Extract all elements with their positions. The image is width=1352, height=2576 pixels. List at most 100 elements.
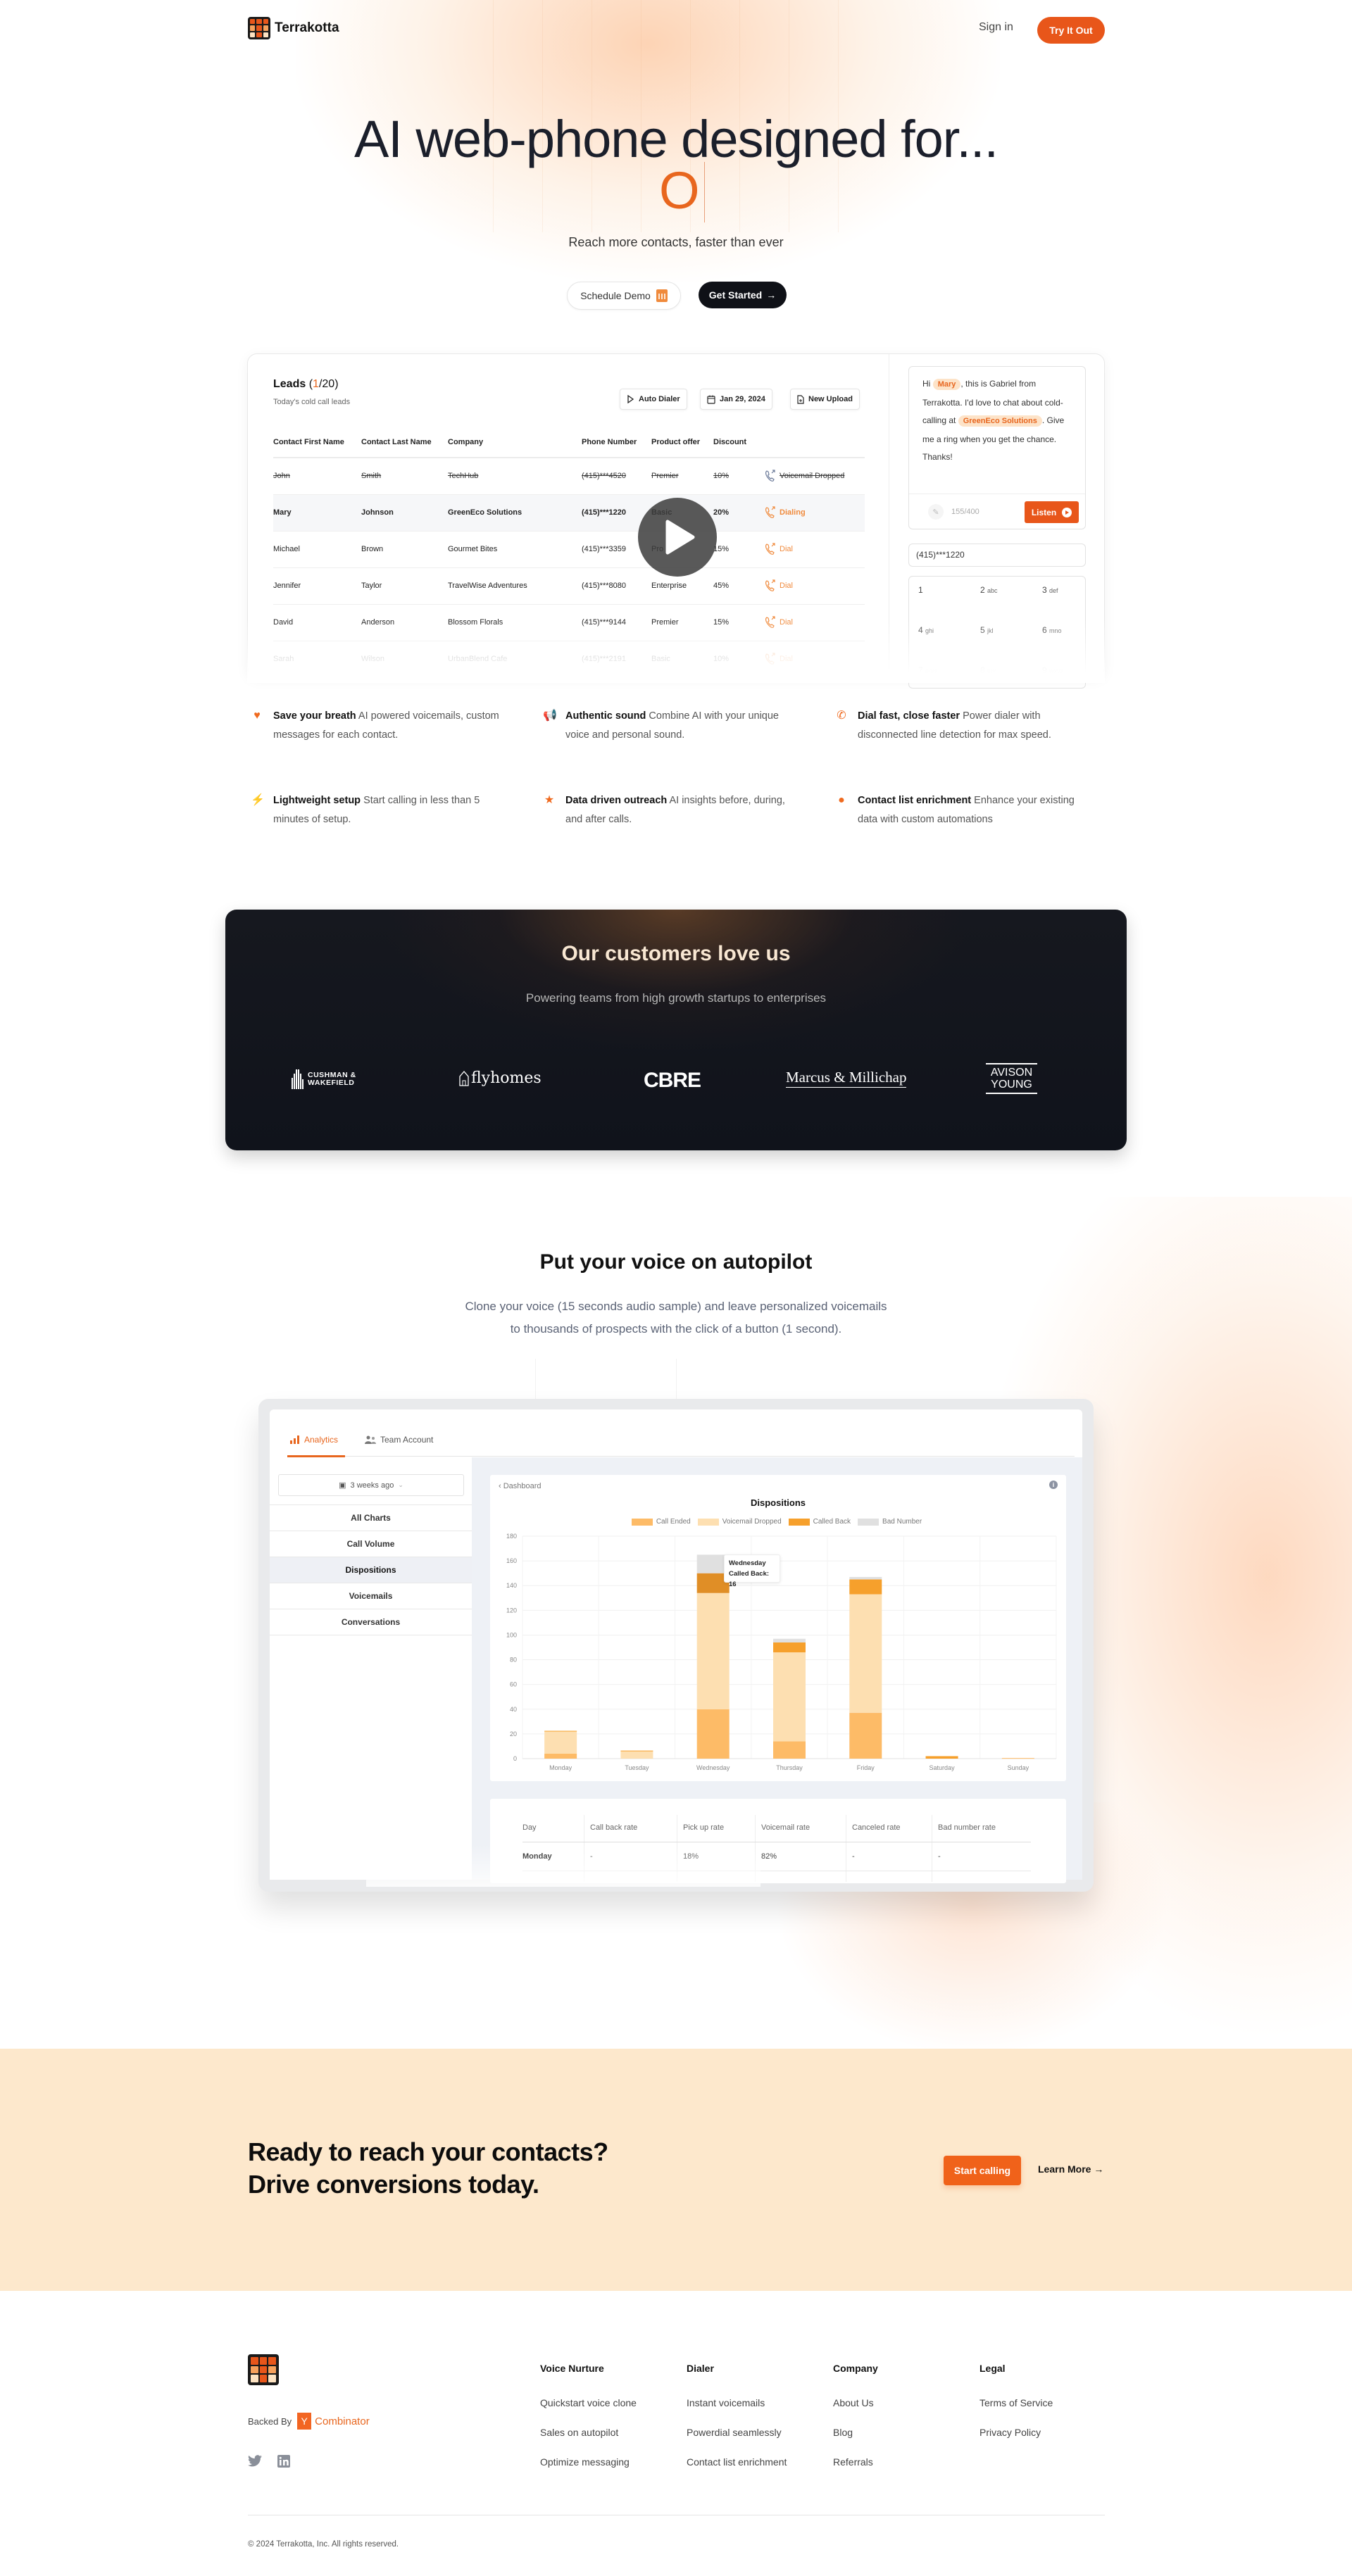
legend-item[interactable]: Voicemail Dropped [697,1518,782,1526]
cell-discount: 20% [713,508,730,517]
table-column-header: Call back rate [590,1823,638,1832]
learn-more-link[interactable]: Learn More → [1038,2163,1103,2175]
leads-count: (1/20) [308,378,339,390]
cell-discount: 45% [713,582,730,590]
cushman-wakefield-logo: CUSHMAN & WAKEFIELD [292,1069,356,1089]
leads-title-text: Leads [273,378,306,390]
dial-status-button[interactable]: Dial [765,579,793,592]
dial-status-button[interactable]: Voicemail Dropped [765,470,844,482]
tab-analytics[interactable]: Analytics [290,1435,338,1445]
ycombinator-logo[interactable]: Y Combinator [297,2413,370,2430]
leads-count-current: 1 [313,378,319,390]
date-range-dropdown[interactable]: ▣ 3 weeks ago ⌄ [278,1474,464,1496]
y-tick-label: 40 [510,1706,517,1713]
x-tick-label: Sunday [1008,1764,1029,1771]
sidebar-item-conversations[interactable]: Conversations [270,1609,472,1635]
edit-pencil-icon[interactable]: ✎ [928,504,944,520]
backed-by: Backed By Y Combinator [248,2413,370,2430]
footer-link[interactable]: Quickstart voice clone [540,2397,637,2408]
legend-item[interactable]: Call Ended [631,1518,691,1526]
try-it-out-button[interactable]: Try It Out [1037,17,1105,44]
sidebar-item-all-charts[interactable]: All Charts [270,1504,472,1531]
bar-call-ended [544,1753,577,1759]
x-tick-label: Thursday [776,1764,803,1771]
footer-link[interactable]: Powerdial seamlessly [687,2427,782,2438]
leads-subtitle: Today's cold call leads [273,398,351,406]
schedule-demo-button[interactable]: Schedule Demo [567,282,681,310]
info-icon[interactable]: i [1049,1481,1058,1489]
dial-status-button[interactable]: Dialing [765,506,806,519]
new-upload-button[interactable]: New Upload [790,389,860,410]
column-header: Company [448,438,484,446]
keypad-key[interactable]: 3 def [1042,585,1058,595]
feature-item: ✆ Dial fast, close faster Power dialer wi… [837,707,1097,745]
footer-link[interactable]: Instant voicemails [687,2397,765,2408]
table-column-header: Bad number rate [938,1823,996,1832]
date-picker-button[interactable]: Jan 29, 2024 [700,389,772,410]
cell-company: TechHub [448,472,479,480]
y-tick-label: 120 [506,1607,517,1614]
y-tick-label: 180 [506,1533,517,1540]
cell-last: Smith [361,472,382,480]
calendar-icon: ▣ [339,1481,346,1490]
brand-name: Terrakotta [275,20,339,35]
table-column-header: Day [522,1823,537,1832]
cell-first: Jennifer [273,582,301,590]
y-tick-label: 60 [510,1681,517,1688]
start-calling-button[interactable]: Start calling [944,2156,1021,2185]
sidebar-item-dispositions[interactable]: Dispositions [270,1557,472,1583]
table-row[interactable]: MichaelBrownGourmet Bites(415)***3359Pro… [273,532,865,568]
dial-status-button[interactable]: Dial [765,543,793,555]
bar-called-back [773,1642,806,1653]
terrakotta-logo-icon [248,17,270,39]
footer-link[interactable]: Optimize messaging [540,2456,630,2468]
bar-call-ended [696,1709,730,1759]
footer-link[interactable]: Contact list enrichment [687,2456,787,2468]
feature-item: ♥ Save your breath AI powered voicemails,… [254,707,513,745]
footer-link[interactable]: Blog [833,2427,853,2438]
get-started-button[interactable]: Get Started → [699,282,787,308]
bar-call-ended [773,1741,806,1759]
table-row[interactable]: Mary Johnson GreenEco Solutions (415)***122… [273,495,865,532]
footer-logo-icon[interactable] [248,2354,279,2385]
listen-button[interactable]: Listen [1025,501,1079,523]
footer-link[interactable]: Privacy Policy [979,2427,1041,2438]
footer-link[interactable]: Referrals [833,2456,873,2468]
bar-bad-number [849,1576,882,1580]
cell-company: TravelWise Adventures [448,582,527,590]
table-row[interactable]: John Smith TechHub (415)***4520 Premier 10% Vo… [273,458,865,495]
legend-item[interactable]: Called Back [788,1518,851,1526]
cell-company: Gourmet Bites [448,545,498,553]
phone-icon: ✆ [837,710,846,722]
table-row[interactable]: Jennifer Taylor TravelWise Adventures (415)… [273,568,865,605]
x-tick-label: Tuesday [625,1764,649,1771]
keypad-key[interactable]: 1 [918,585,923,595]
flyhomes-logo: flyhomes [459,1069,542,1087]
footer-column-title: Legal [979,2363,1006,2374]
get-started-label: Get Started [708,289,763,301]
twitter-icon[interactable] [248,2455,262,2469]
brand-logo-link[interactable]: Terrakotta [248,17,339,39]
bar-voicemail-dropped [773,1652,806,1742]
sidebar-item-voicemails[interactable]: Voicemails [270,1583,472,1609]
sidebar-item-call-volume[interactable]: Call Volume [270,1531,472,1557]
legend-item[interactable]: Bad Number [858,1518,922,1526]
footer-link[interactable]: Terms of Service [979,2397,1053,2408]
play-video-button[interactable] [638,498,717,577]
phone-number-input[interactable]: (415)***1220 [908,544,1086,567]
y-tick-label: 0 [513,1755,517,1762]
bar-voicemail-dropped [696,1592,730,1709]
sign-in-link[interactable]: Sign in [979,21,1013,34]
calendar-icon [656,289,668,302]
play-outline-icon [627,395,634,403]
keypad-key[interactable]: 2 abc [980,585,998,595]
footer-link[interactable]: Sales on autopilot [540,2427,618,2438]
footer-column-title: Dialer [687,2363,714,2374]
auto-dialer-button[interactable]: Auto Dialer [620,389,687,410]
footer-link[interactable]: About Us [833,2397,874,2408]
cbre-logo: CBRE [644,1069,701,1092]
tab-team-account[interactable]: Team Account [365,1435,433,1445]
linkedin-icon[interactable] [277,2455,292,2469]
back-to-dashboard-link[interactable]: ‹ Dashboard [499,1482,542,1490]
leads-title: Leads (1/20) [273,378,339,391]
